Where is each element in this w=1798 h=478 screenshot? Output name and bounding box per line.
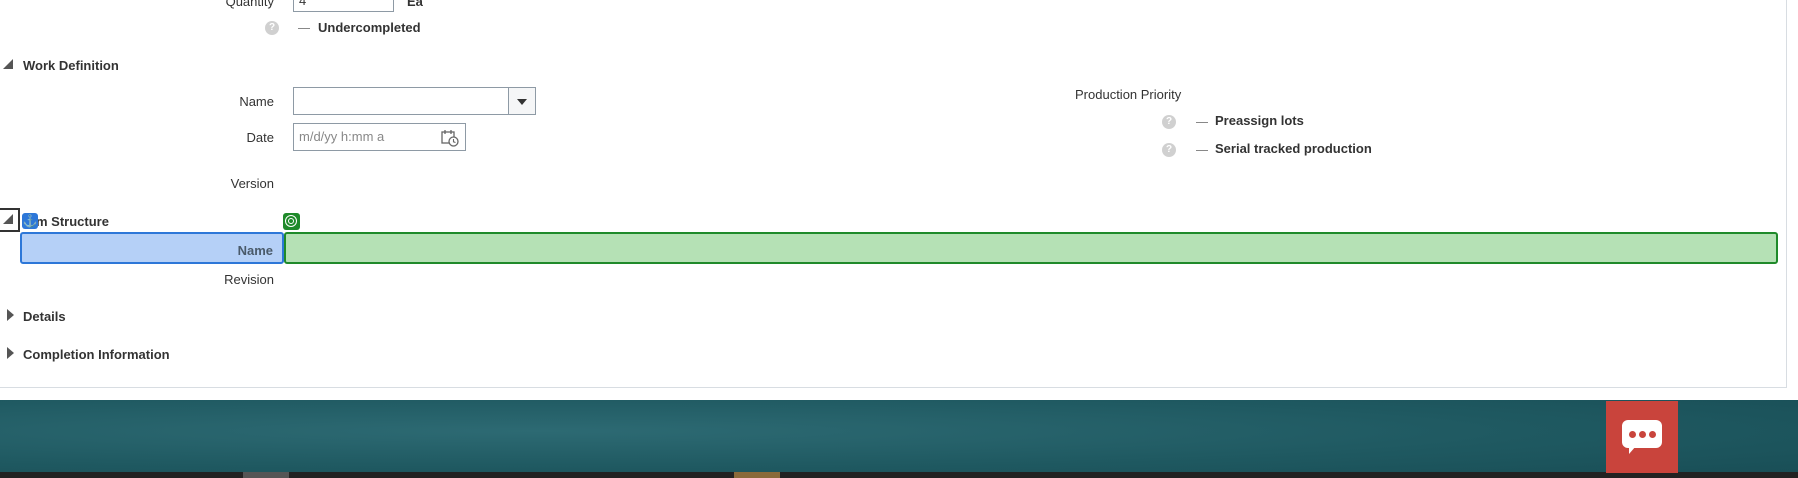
help-icon[interactable]: ? <box>1162 143 1176 157</box>
collapse-icon[interactable] <box>3 214 13 224</box>
chat-dot <box>1649 431 1656 438</box>
collapse-icon[interactable] <box>3 59 13 69</box>
date-placeholder: m/d/yy h:mm a <box>299 129 385 144</box>
footer-banner <box>0 400 1798 478</box>
calendar-clock-icon[interactable] <box>441 129 459 147</box>
work-definition-name-label: Name <box>239 94 274 109</box>
chat-icon <box>1622 420 1662 448</box>
main-panel: Quantity 4 Ea ? Undercompleted Work Defi… <box>0 0 1787 388</box>
taskbar-item[interactable] <box>243 472 289 478</box>
chat-dot <box>1639 431 1646 438</box>
dash-icon <box>298 28 310 29</box>
quantity-label: Quantity <box>225 0 274 9</box>
undercompleted-label: Undercompleted <box>318 20 421 35</box>
dash-icon <box>1196 150 1208 151</box>
chevron-down-icon <box>517 99 527 105</box>
quantity-value: 4 <box>299 0 307 8</box>
page: Quantity 4 Ea ? Undercompleted Work Defi… <box>0 0 1798 478</box>
expand-icon[interactable] <box>7 309 14 321</box>
work-definition-name-select[interactable] <box>293 87 536 115</box>
chat-icon-tail <box>1629 446 1636 454</box>
dash-icon <box>1196 122 1208 123</box>
taskbar-item[interactable] <box>734 472 780 478</box>
section-item-structure-title[interactable]: m Structure <box>36 214 109 229</box>
target-inner-ring <box>288 218 294 224</box>
production-priority-label: Production Priority <box>1075 87 1182 102</box>
expand-icon[interactable] <box>7 347 14 359</box>
preassign-lots-label: Preassign lots <box>1215 113 1304 128</box>
date-input[interactable]: m/d/yy h:mm a <box>293 123 466 151</box>
section-details-title[interactable]: Details <box>23 309 66 324</box>
help-icon[interactable]: ? <box>1162 115 1176 129</box>
dropdown-button[interactable] <box>508 88 535 114</box>
version-label: Version <box>230 176 274 191</box>
target-icon[interactable] <box>283 213 300 230</box>
serial-tracked-production-label: Serial tracked production <box>1215 141 1372 156</box>
help-icon[interactable]: ? <box>265 21 279 35</box>
item-structure-name-label: Name <box>237 243 273 258</box>
uom-text: Ea <box>407 0 423 9</box>
chat-button[interactable] <box>1606 401 1678 473</box>
section-completion-information-title[interactable]: Completion Information <box>23 347 170 362</box>
revision-label: Revision <box>224 272 274 287</box>
quantity-input[interactable]: 4 <box>293 0 394 12</box>
section-work-definition-title[interactable]: Work Definition <box>23 58 119 73</box>
anchor-icon[interactable]: ⚓ <box>22 213 38 229</box>
highlight-value-region <box>284 232 1778 264</box>
date-label: Date <box>246 130 274 145</box>
chat-dot <box>1629 431 1636 438</box>
